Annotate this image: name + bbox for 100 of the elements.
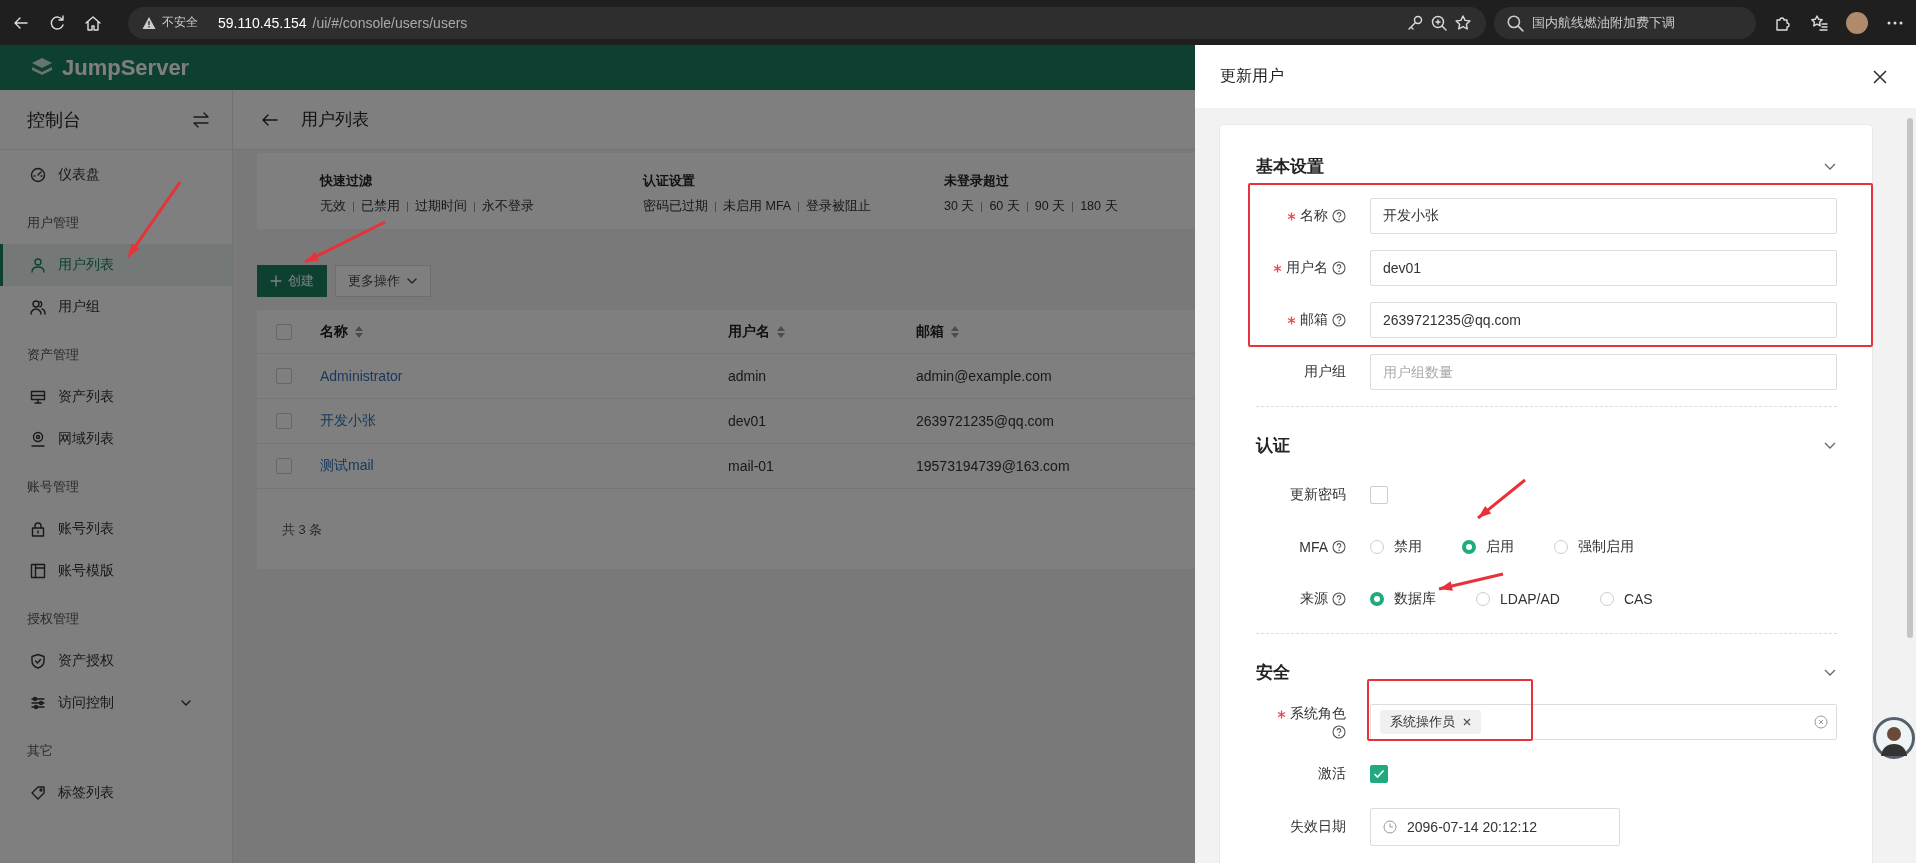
filter-link[interactable]: 30 天 (944, 198, 975, 215)
text-field[interactable]: dev01 (1370, 250, 1837, 286)
radio-button[interactable] (1370, 540, 1384, 554)
section-title: 认证 (1256, 434, 1290, 457)
radio-label[interactable]: 启用 (1486, 538, 1514, 556)
text-field[interactable]: 用户组数量 (1370, 354, 1837, 390)
row-checkbox[interactable] (275, 458, 292, 474)
filter-link[interactable]: 60 天 (989, 198, 1020, 215)
sidebar-heading: 授权管理 (27, 611, 79, 626)
home-icon[interactable] (84, 13, 102, 32)
zoom-icon[interactable] (1430, 13, 1448, 32)
url-host: 59.110.45.154 (218, 14, 307, 31)
help-icon[interactable] (1332, 261, 1346, 275)
text-field[interactable]: 2639721235@qq.com (1370, 302, 1837, 338)
sidebar-item[interactable]: 用户组 (0, 286, 232, 328)
filter-link[interactable]: 无效 (320, 198, 346, 215)
help-icon[interactable] (1332, 592, 1346, 606)
key-icon[interactable] (1406, 13, 1424, 32)
radio-label[interactable]: 强制启用 (1578, 538, 1634, 556)
section-title: 基本设置 (1256, 155, 1324, 178)
sidebar-item[interactable]: 标签列表 (0, 772, 232, 814)
sidebar-item[interactable]: 资产列表 (0, 376, 232, 418)
tag-select-field[interactable]: 系统操作员 (1370, 704, 1837, 740)
filter-link[interactable]: 已禁用 (361, 198, 400, 215)
search-field[interactable]: 国内航线燃油附加费下调 (1494, 6, 1756, 39)
radio-button[interactable] (1599, 592, 1614, 606)
layout-icon (30, 563, 46, 579)
create-button[interactable]: 创建 (257, 265, 327, 297)
reload-icon[interactable] (48, 13, 66, 32)
asterisk-icon (1277, 709, 1286, 719)
radio-label[interactable]: 数据库 (1394, 590, 1436, 608)
filter-link[interactable]: 90 天 (1034, 198, 1066, 215)
swap-icon[interactable] (192, 110, 210, 129)
asterisk-icon (1273, 263, 1282, 273)
filter-link[interactable]: 登录被阻止 (806, 198, 872, 215)
remove-icon[interactable] (1463, 718, 1471, 726)
help-icon[interactable] (1332, 313, 1346, 327)
row-checkbox[interactable] (275, 368, 292, 384)
filter-title: 快速过滤 (320, 173, 372, 190)
star-icon[interactable] (1454, 13, 1472, 32)
filter-link[interactable]: 未启用 MFA (723, 198, 792, 215)
date-field[interactable]: 2096-07-14 20:12:12 (1370, 808, 1620, 846)
filter-title: 未登录超过 (944, 173, 1009, 190)
sidebar-item[interactable]: 网域列表 (0, 418, 232, 460)
sidebar-item[interactable]: 用户列表 (0, 244, 232, 286)
address-bar[interactable]: 不安全 59.110.45.154 /ui/#/console/users/users (128, 6, 1486, 39)
filter-title: 认证设置 (643, 173, 695, 190)
warning-icon (142, 15, 156, 30)
radio-button[interactable] (1554, 540, 1568, 554)
search-text: 国内航线燃油附加费下调 (1532, 13, 1675, 32)
section-title: 安全 (1256, 661, 1290, 684)
field-label: 名称 (1300, 207, 1328, 225)
user-name-link[interactable]: 测试mail (320, 457, 374, 473)
help-icon[interactable] (1332, 209, 1346, 223)
security-label: 不安全 (162, 14, 198, 31)
total-count: 共 3 条 (282, 522, 323, 537)
checkbox[interactable] (1370, 486, 1388, 504)
radio-label[interactable]: CAS (1623, 591, 1653, 607)
radio-button[interactable] (1462, 540, 1476, 554)
sidebar-item[interactable]: 账号列表 (0, 508, 232, 550)
check-icon (1373, 768, 1385, 780)
radio-label[interactable]: 禁用 (1394, 538, 1422, 556)
text-field[interactable]: 开发小张 (1370, 198, 1837, 234)
help-icon[interactable] (1332, 725, 1346, 739)
sidebar-item[interactable]: 访问控制 (0, 682, 232, 724)
clear-icon[interactable] (1814, 715, 1828, 729)
asterisk-icon (1287, 211, 1296, 221)
select-all-checkbox[interactable] (275, 323, 292, 340)
filter-link[interactable]: 过期时间 (415, 198, 467, 215)
brand-name: JumpServer (62, 54, 190, 81)
sidebar-item[interactable]: 账号模版 (0, 550, 232, 592)
pin-icon (30, 431, 46, 447)
sidebar-heading: 用户管理 (27, 215, 79, 230)
field-label: 失效日期 (1290, 818, 1346, 836)
help-icon[interactable] (1332, 540, 1346, 554)
filter-link[interactable]: 180 天 (1080, 198, 1118, 215)
drawer-title: 更新用户 (1220, 66, 1284, 86)
sidebar-heading: 账号管理 (27, 479, 79, 494)
favorites-icon[interactable] (1810, 13, 1828, 32)
checkbox[interactable] (1370, 765, 1388, 783)
row-checkbox[interactable] (275, 413, 292, 429)
user-name-link[interactable]: Administrator (320, 368, 403, 384)
radio-button[interactable] (1370, 592, 1384, 606)
close-icon[interactable] (1872, 68, 1888, 85)
filter-link[interactable]: 永不登录 (482, 198, 534, 215)
filter-link[interactable]: 密码已过期 (643, 198, 708, 215)
sidebar-item[interactable]: 仪表盘 (0, 154, 232, 196)
field-label: 来源 (1300, 590, 1328, 608)
more-actions-button[interactable]: 更多操作 (335, 265, 431, 297)
user-icon (30, 257, 46, 273)
column-header: 用户名 (728, 322, 770, 341)
sidebar-item[interactable]: 资产授权 (0, 640, 232, 682)
scrollbar[interactable] (1907, 118, 1913, 638)
column-header: 邮箱 (916, 322, 944, 341)
user-name-link[interactable]: 开发小张 (320, 412, 376, 428)
field-label: 更新密码 (1290, 486, 1346, 504)
date-value: 2096-07-14 20:12:12 (1407, 819, 1537, 835)
radio-label[interactable]: LDAP/AD (1500, 591, 1560, 607)
profile-avatar[interactable] (1846, 11, 1868, 34)
radio-button[interactable] (1476, 592, 1490, 606)
